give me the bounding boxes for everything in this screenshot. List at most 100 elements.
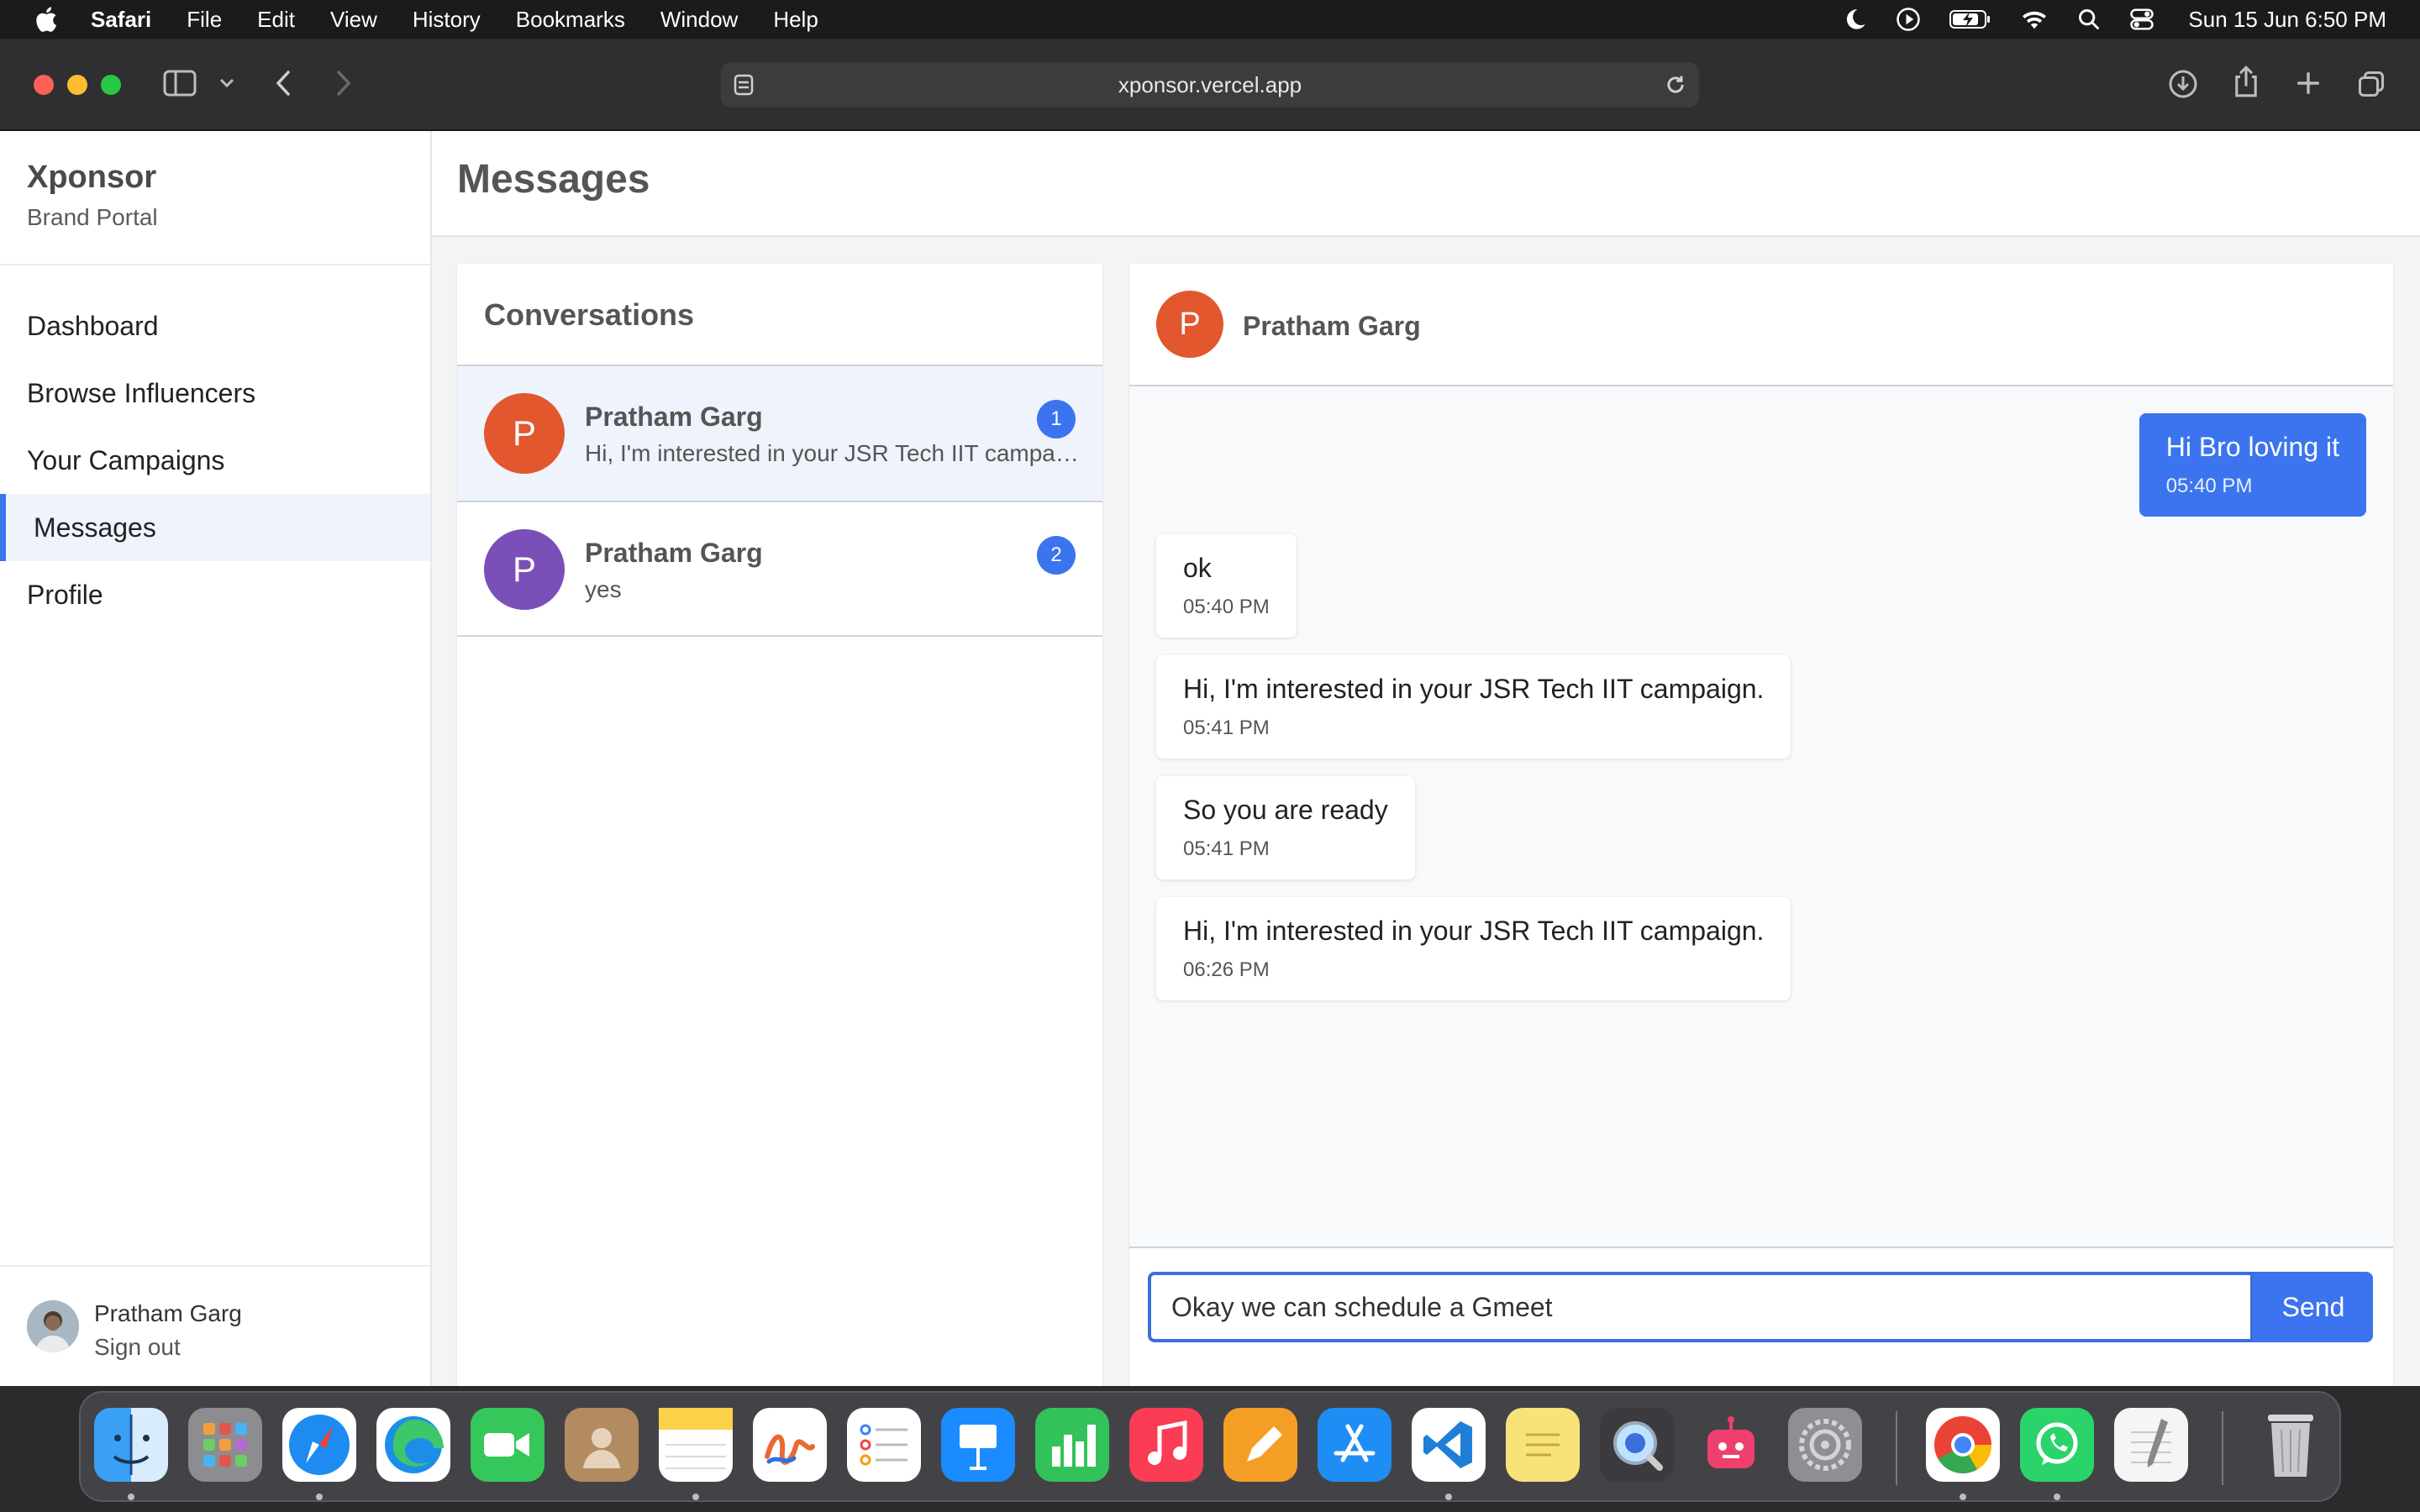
running-indicator bbox=[2054, 1494, 2060, 1500]
menu-history[interactable]: History bbox=[413, 7, 481, 33]
music-icon[interactable] bbox=[1129, 1408, 1203, 1482]
send-button[interactable]: Send bbox=[2254, 1272, 2373, 1342]
conversations-panel: Conversations P Pratham Garg Hi, I'm int… bbox=[457, 264, 1102, 1386]
freeform-icon[interactable] bbox=[753, 1408, 827, 1482]
menu-view[interactable]: View bbox=[330, 7, 377, 33]
sidebar-item-browse-influencers[interactable]: Browse Influencers bbox=[0, 360, 430, 427]
system-settings-icon[interactable] bbox=[1788, 1408, 1862, 1482]
message-input[interactable] bbox=[1148, 1272, 2254, 1342]
avatar[interactable] bbox=[27, 1300, 79, 1352]
message-text: Hi, I'm interested in your JSR Tech IIT … bbox=[1183, 916, 1765, 946]
message-list[interactable]: Hi Bro loving it 05:40 PM ok 05:40 PM Hi… bbox=[1129, 386, 2393, 1247]
running-indicator bbox=[316, 1494, 323, 1500]
brand: Xponsor Brand Portal bbox=[27, 160, 158, 231]
message-text: ok bbox=[1183, 553, 1212, 583]
play-circle-icon[interactable] bbox=[1896, 7, 1921, 32]
dock bbox=[79, 1391, 2341, 1502]
conversation-avatar: P bbox=[484, 393, 565, 474]
back-icon[interactable] bbox=[272, 69, 294, 97]
search-icon[interactable] bbox=[2077, 8, 2101, 31]
sidebar-item-messages[interactable]: Messages bbox=[0, 494, 430, 561]
contacts-icon[interactable] bbox=[565, 1408, 639, 1482]
forward-icon[interactable] bbox=[333, 69, 355, 97]
running-indicator bbox=[1960, 1494, 1966, 1500]
whatsapp-icon[interactable] bbox=[2020, 1408, 2094, 1482]
finder-icon[interactable] bbox=[94, 1408, 168, 1482]
unread-badge: 1 bbox=[1037, 400, 1076, 438]
download-icon[interactable] bbox=[2168, 69, 2198, 99]
sidebar-item-your-campaigns[interactable]: Your Campaigns bbox=[0, 427, 430, 494]
running-indicator bbox=[692, 1494, 699, 1500]
sidebar-item-dashboard[interactable]: Dashboard bbox=[0, 292, 430, 360]
message-text: Hi Bro loving it bbox=[2165, 432, 2339, 462]
message-bubble-incoming: So you are ready 05:41 PM bbox=[1156, 776, 1415, 879]
menu-app-name[interactable]: Safari bbox=[91, 7, 151, 33]
site-settings-icon[interactable] bbox=[733, 73, 755, 97]
conversation-item[interactable]: P Pratham Garg yes 2 bbox=[457, 502, 1102, 637]
battery-icon[interactable] bbox=[1949, 8, 1991, 30]
menu-bookmarks[interactable]: Bookmarks bbox=[516, 7, 625, 33]
user-box: Pratham Garg Sign out bbox=[0, 1265, 430, 1386]
new-tab-icon[interactable] bbox=[2294, 69, 2323, 97]
composer: Send bbox=[1129, 1247, 2393, 1386]
brand-subtitle: Brand Portal bbox=[27, 204, 158, 230]
control-center-icon[interactable] bbox=[2129, 7, 2154, 32]
reload-icon[interactable] bbox=[1664, 73, 1687, 97]
menu-clock[interactable]: Sun 15 Jun 6:50 PM bbox=[2188, 7, 2386, 33]
menu-window[interactable]: Window bbox=[660, 7, 738, 33]
reminders-icon[interactable] bbox=[847, 1408, 921, 1482]
keynote-icon[interactable] bbox=[941, 1408, 1015, 1482]
quicktime-icon[interactable] bbox=[1600, 1408, 1674, 1482]
chevron-down-icon[interactable] bbox=[218, 77, 235, 89]
tabs-overview-icon[interactable] bbox=[2356, 69, 2386, 99]
menu-help[interactable]: Help bbox=[773, 7, 818, 33]
pages-icon[interactable] bbox=[1223, 1408, 1297, 1482]
address-bar[interactable]: xponsor.vercel.app bbox=[721, 62, 1699, 108]
facetime-icon[interactable] bbox=[471, 1408, 544, 1482]
browser-toolbar: xponsor.vercel.app bbox=[0, 40, 2420, 131]
apple-logo-icon[interactable] bbox=[32, 5, 59, 34]
page-title: Messages bbox=[457, 157, 650, 202]
conversation-name: Pratham Garg bbox=[585, 538, 763, 568]
window-close-button[interactable] bbox=[34, 75, 54, 95]
message-time: 05:41 PM bbox=[1183, 717, 1270, 739]
stickies-icon[interactable] bbox=[1506, 1408, 1580, 1482]
message-text: Hi, I'm interested in your JSR Tech IIT … bbox=[1183, 674, 1765, 704]
menu-file[interactable]: File bbox=[187, 7, 222, 33]
share-icon[interactable] bbox=[2232, 64, 2260, 99]
window-minimize-button[interactable] bbox=[67, 75, 87, 95]
sign-out-link[interactable]: Sign out bbox=[94, 1334, 181, 1361]
edge-icon[interactable] bbox=[376, 1408, 450, 1482]
message-text: So you are ready bbox=[1183, 795, 1388, 825]
sidebar-icon[interactable] bbox=[163, 69, 197, 97]
window-zoom-button[interactable] bbox=[101, 75, 121, 95]
message-time: 05:40 PM bbox=[1183, 596, 1270, 618]
launchpad-icon[interactable] bbox=[188, 1408, 262, 1482]
chat-header: P Pratham Garg bbox=[1129, 264, 2393, 386]
menu-bar: Safari File Edit View History Bookmarks … bbox=[0, 0, 2420, 39]
chrome-icon[interactable] bbox=[1926, 1408, 2000, 1482]
url-text: xponsor.vercel.app bbox=[1118, 71, 1302, 97]
sidebar: Xponsor Brand Portal Dashboard Browse In… bbox=[0, 131, 432, 1386]
brand-name[interactable]: Xponsor bbox=[27, 160, 158, 196]
wifi-icon[interactable] bbox=[2020, 8, 2049, 31]
textedit-icon[interactable] bbox=[2114, 1408, 2188, 1482]
safari-icon[interactable] bbox=[282, 1408, 356, 1482]
conversations-title: Conversations bbox=[484, 297, 695, 332]
conversation-preview: yes bbox=[585, 576, 622, 602]
unread-badge: 2 bbox=[1037, 536, 1076, 575]
vscode-icon[interactable] bbox=[1412, 1408, 1486, 1482]
message-bubble-incoming: Hi, I'm interested in your JSR Tech IIT … bbox=[1156, 655, 1791, 759]
dock-separator bbox=[2222, 1411, 2223, 1485]
numbers-icon[interactable] bbox=[1035, 1408, 1109, 1482]
moon-icon[interactable] bbox=[1844, 8, 1867, 31]
message-bubble-incoming: ok 05:40 PM bbox=[1156, 534, 1297, 638]
bot-app-icon[interactable] bbox=[1694, 1408, 1768, 1482]
app-store-icon[interactable] bbox=[1318, 1408, 1392, 1482]
conversation-item[interactable]: P Pratham Garg Hi, I'm interested in you… bbox=[457, 366, 1102, 501]
message-time: 05:40 PM bbox=[2165, 475, 2253, 497]
sidebar-item-profile[interactable]: Profile bbox=[0, 561, 430, 628]
menu-edit[interactable]: Edit bbox=[257, 7, 295, 33]
notes-icon[interactable] bbox=[659, 1408, 733, 1482]
trash-icon[interactable] bbox=[2254, 1408, 2328, 1482]
